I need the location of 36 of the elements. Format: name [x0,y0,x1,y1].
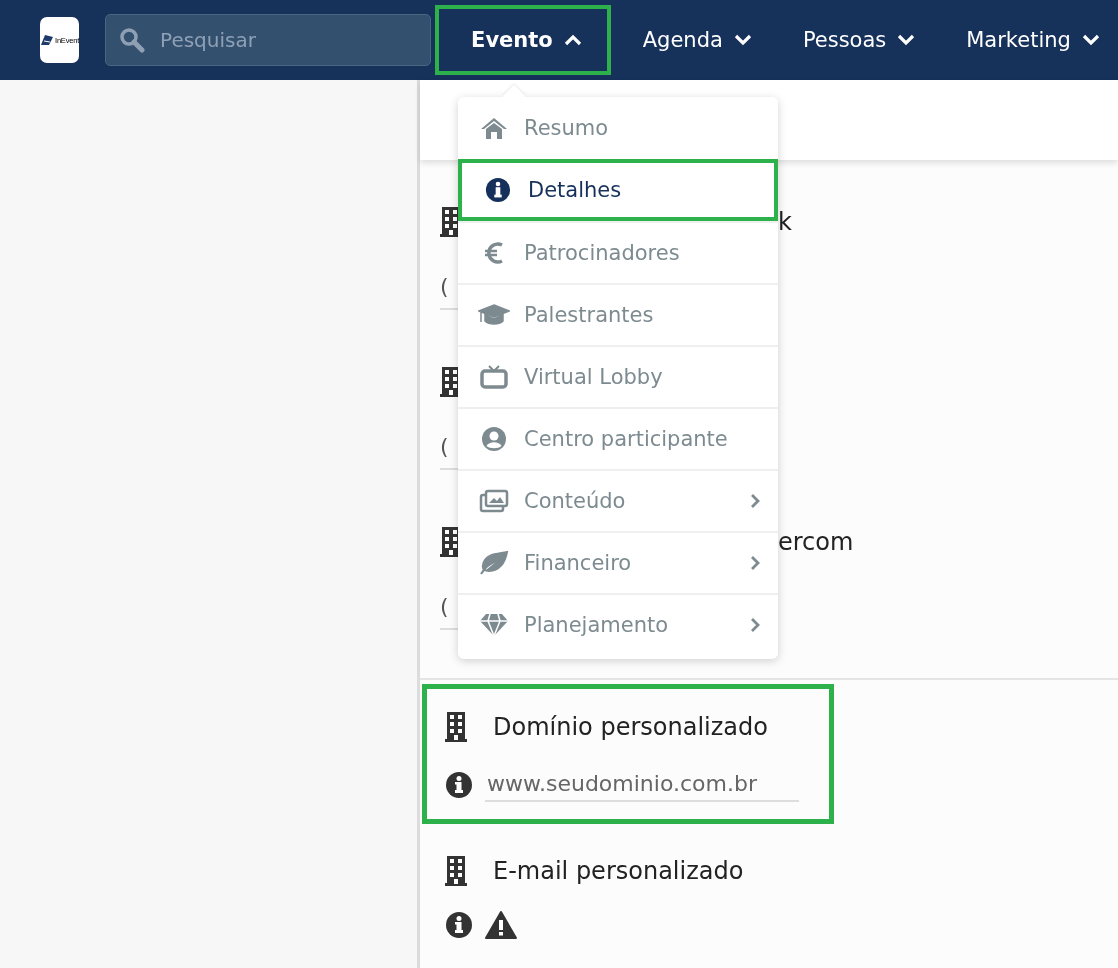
menu-item[interactable]: Centro participante [458,407,778,469]
leaf-icon [479,551,509,575]
home-icon [480,116,508,140]
section-label: E-mail personalizado [493,857,744,885]
menu-item[interactable]: Virtual Lobby [458,345,778,407]
chevron-up-icon [562,33,583,47]
section-label: ercom [778,528,854,556]
images-icon [479,489,509,513]
search-field[interactable]: Pesquisar [105,14,432,66]
section-label: k [778,208,792,236]
info-icon[interactable] [445,770,473,799]
building-icon [445,712,467,742]
menu-item[interactable]: Patrocinadores [458,221,778,283]
nav-menu-item[interactable]: Evento [435,5,611,75]
euro-icon [484,240,504,266]
building-icon [445,856,467,886]
chevron-down-icon [896,33,917,47]
input-field[interactable]: www.seudominio.com.br [485,767,799,802]
nav-menu-item[interactable]: Pessoas [770,5,935,75]
nav-menu-item[interactable]: Marketing [934,5,1118,75]
user-icon [481,426,507,452]
menu-item[interactable]: Detalhes [458,159,778,221]
menu-item[interactable]: Conteúdo [458,469,778,531]
nav-menu-item[interactable]: Agenda [610,5,771,75]
info-icon[interactable] [445,911,473,939]
graduation-cap-icon [478,304,510,326]
chevron-down-icon [732,33,753,47]
menu-item[interactable]: Financeiro [458,531,778,593]
tv-icon [480,364,508,390]
chevron-down-icon [1080,33,1101,47]
menu-item[interactable]: Planejamento [458,593,778,655]
info-icon [485,177,511,203]
diamond-icon [479,613,509,637]
section-label: Domínio personalizado [493,713,768,741]
menu-item[interactable]: Palestrantes [458,283,778,345]
menu-item[interactable]: Resumo [458,97,778,159]
